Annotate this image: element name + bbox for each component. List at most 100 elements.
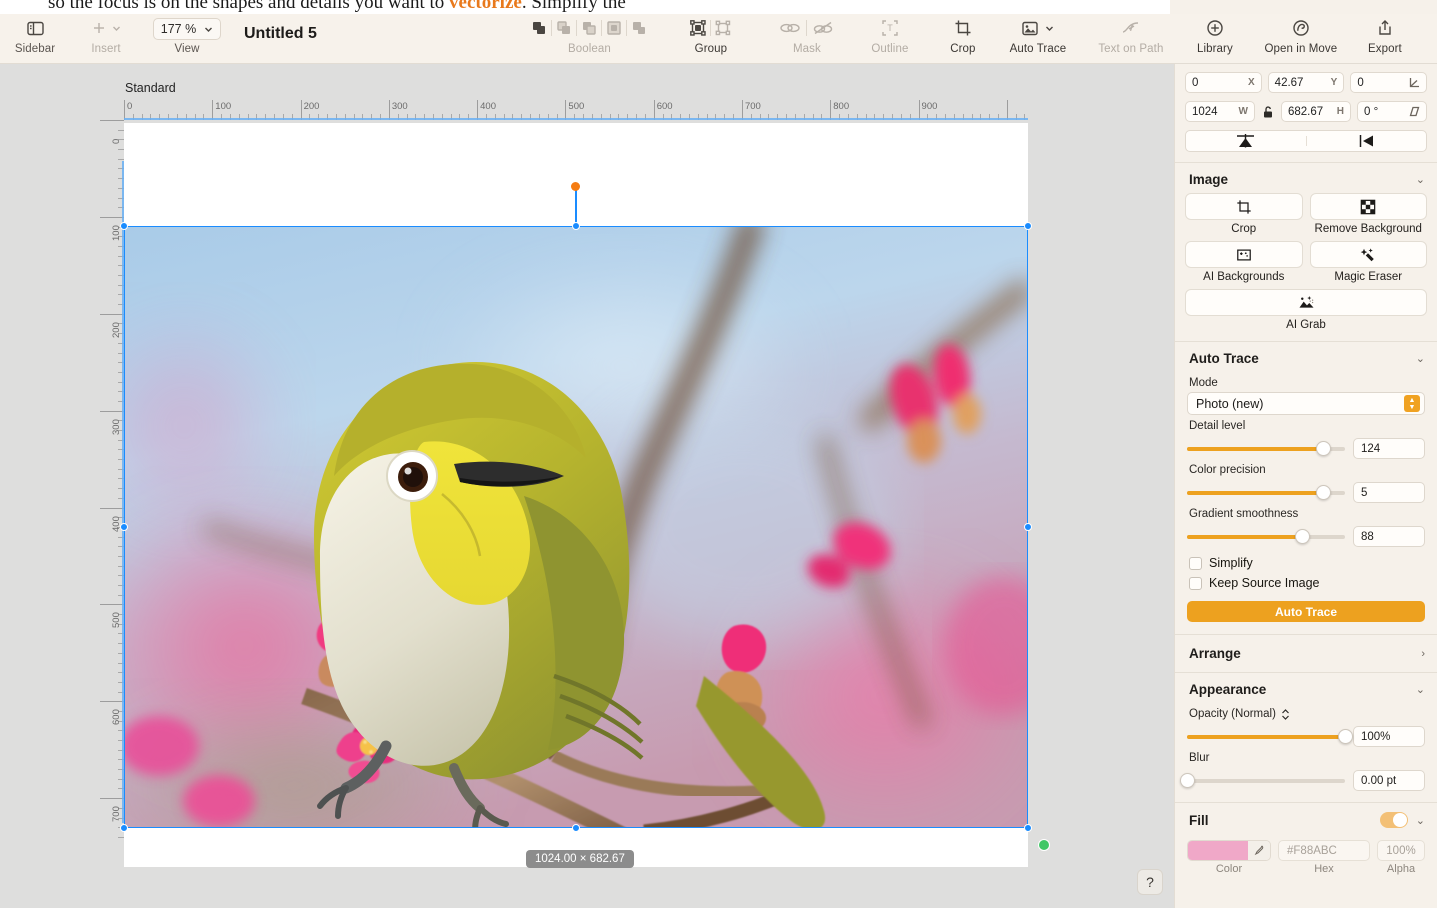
rotation-handle[interactable] <box>571 182 580 191</box>
fill-color-swatch[interactable] <box>1188 841 1248 860</box>
auto-trace-button[interactable]: Auto Trace <box>999 14 1077 64</box>
ruler-tick <box>300 100 302 120</box>
placed-image[interactable] <box>124 226 1028 828</box>
fill-section-header[interactable]: Fill ⌄ <box>1175 803 1437 834</box>
fill-toggle[interactable] <box>1379 812 1408 828</box>
color-precision-value[interactable]: 5 <box>1353 482 1425 503</box>
rotation-field[interactable]: 0 ° <box>1357 101 1427 122</box>
chevron-right-icon[interactable]: › <box>1421 648 1425 660</box>
flip-vertical-button[interactable] <box>1186 131 1306 151</box>
arrange-section-header[interactable]: Arrange › <box>1175 635 1437 672</box>
boolean-group[interactable]: Boolean <box>522 14 657 64</box>
y-field[interactable]: 42.67 Y <box>1267 72 1345 93</box>
background-document-strip: so the focus is on the shapes and detail… <box>0 0 1437 14</box>
selection-handle-middle-left[interactable] <box>120 523 128 531</box>
chevron-down-icon[interactable]: ⌄ <box>1416 173 1425 186</box>
flip-horizontal-button[interactable] <box>1307 131 1427 151</box>
ai-grab-button[interactable] <box>1185 289 1427 316</box>
opacity-value[interactable]: 100% <box>1353 726 1425 747</box>
inspector-panel: 0 X 42.67 Y 0 1024 W 682.67 H 0 ° Image … <box>1174 64 1437 908</box>
canvas-green-indicator[interactable] <box>1038 839 1050 851</box>
keep-source-image-label: Keep Source Image <box>1209 576 1320 590</box>
text-on-path-button[interactable]: Text on Path <box>1087 14 1175 64</box>
divider <box>551 20 553 36</box>
mode-label: Mode <box>1189 377 1218 389</box>
horizontal-ruler[interactable]: 01002003004005006007008009001024 <box>124 100 1028 120</box>
keep-source-image-row[interactable]: Keep Source Image <box>1175 576 1437 590</box>
transform-row-2: 1024 W 682.67 H 0 ° <box>1175 101 1437 122</box>
detail-level-slider[interactable] <box>1187 440 1345 456</box>
selection-handle-bottom-left[interactable] <box>120 824 128 832</box>
opacity-slider[interactable] <box>1187 728 1353 744</box>
selection-handle-top-center[interactable] <box>572 222 580 230</box>
ruler-label: 400 <box>480 101 496 112</box>
group-button[interactable]: Group <box>675 14 747 64</box>
eyedropper-button[interactable] <box>1248 841 1270 860</box>
image-crop-button[interactable] <box>1185 193 1303 220</box>
blur-label: Blur <box>1189 752 1210 764</box>
shear-field[interactable]: 0 <box>1350 72 1428 93</box>
auto-trace-action-button[interactable]: Auto Trace <box>1187 601 1425 622</box>
mask-button[interactable]: Mask <box>769 14 845 64</box>
magic-eraser-button[interactable] <box>1309 241 1427 268</box>
background-right-pane <box>1170 0 1437 14</box>
blur-slider[interactable] <box>1180 772 1345 788</box>
image-captions-row-3: AI Grab <box>1175 316 1437 331</box>
selection-handle-top-left[interactable] <box>120 222 128 230</box>
width-field[interactable]: 1024 W <box>1185 101 1255 122</box>
ruler-label: 100 <box>215 101 232 112</box>
x-field[interactable]: 0 X <box>1185 72 1262 93</box>
stepper-icon[interactable]: ▲ ▼ <box>1404 395 1420 412</box>
blur-value[interactable]: 0.00 pt <box>1353 770 1425 791</box>
ruler-tick <box>100 120 124 121</box>
library-button[interactable]: Library <box>1187 14 1243 64</box>
image-buttons-row-1 <box>1175 193 1437 220</box>
crop-button[interactable]: Crop <box>939 14 987 64</box>
selection-handle-middle-right[interactable] <box>1024 523 1032 531</box>
aspect-lock-button[interactable] <box>1261 101 1275 122</box>
height-field[interactable]: 682.67 H <box>1281 101 1351 122</box>
ruler-tick <box>918 100 920 120</box>
simplify-row[interactable]: Simplify <box>1175 556 1437 570</box>
fill-color-well[interactable] <box>1187 840 1271 861</box>
mode-select[interactable]: Photo (new) ▲ ▼ <box>1187 392 1425 415</box>
sidebar-button[interactable]: Sidebar <box>14 14 56 64</box>
keep-source-image-checkbox[interactable] <box>1189 576 1202 590</box>
view-zoom-control[interactable]: 177 % View <box>146 14 228 64</box>
outline-button[interactable]: T Outline <box>859 14 921 64</box>
appearance-section-title: Appearance <box>1189 682 1267 697</box>
blend-mode-stepper-icon[interactable] <box>1281 708 1290 720</box>
ruler-label: 0 <box>127 101 133 112</box>
selection-handle-top-right[interactable] <box>1024 222 1032 230</box>
appearance-section-header[interactable]: Appearance ⌄ <box>1175 673 1437 703</box>
image-section-header[interactable]: Image ⌄ <box>1175 163 1437 193</box>
gradient-smoothness-slider[interactable] <box>1187 528 1345 544</box>
chevron-down-icon[interactable]: ⌄ <box>1416 683 1425 696</box>
x-value: 0 <box>1192 76 1199 89</box>
remove-background-button[interactable] <box>1309 193 1427 220</box>
zoom-dropdown[interactable]: 177 % <box>152 18 222 40</box>
chevron-down-icon[interactable]: ⌄ <box>1416 352 1425 365</box>
fill-alpha-field[interactable]: 100% <box>1377 840 1425 861</box>
insert-button[interactable]: Insert <box>80 14 132 64</box>
ai-backgrounds-button[interactable] <box>1185 241 1303 268</box>
ruler-label: 700 <box>111 806 122 823</box>
bg-text-highlight: vectorize <box>449 0 522 13</box>
y-value: 42.67 <box>1274 76 1304 89</box>
detail-level-value[interactable]: 124 <box>1353 438 1425 459</box>
open-in-move-button[interactable]: Open in Move <box>1255 14 1347 64</box>
library-icon <box>1207 20 1223 36</box>
auto-trace-section-header[interactable]: Auto Trace ⌄ <box>1175 342 1437 372</box>
color-precision-label: Color precision <box>1189 464 1266 476</box>
color-precision-slider[interactable] <box>1187 484 1345 500</box>
chevron-down-icon[interactable]: ⌄ <box>1416 814 1425 827</box>
selection-handle-bottom-center[interactable] <box>572 824 580 832</box>
export-button[interactable]: Export <box>1359 14 1411 64</box>
opacity-row-label[interactable]: Opacity (Normal) <box>1175 708 1437 720</box>
simplify-checkbox[interactable] <box>1189 556 1202 570</box>
gradient-smoothness-value[interactable]: 88 <box>1353 526 1425 547</box>
fill-hex-field[interactable]: #F88ABC <box>1278 840 1370 861</box>
ruler-tick <box>100 604 124 606</box>
selection-handle-bottom-right[interactable] <box>1024 824 1032 832</box>
help-button[interactable]: ? <box>1137 869 1163 895</box>
